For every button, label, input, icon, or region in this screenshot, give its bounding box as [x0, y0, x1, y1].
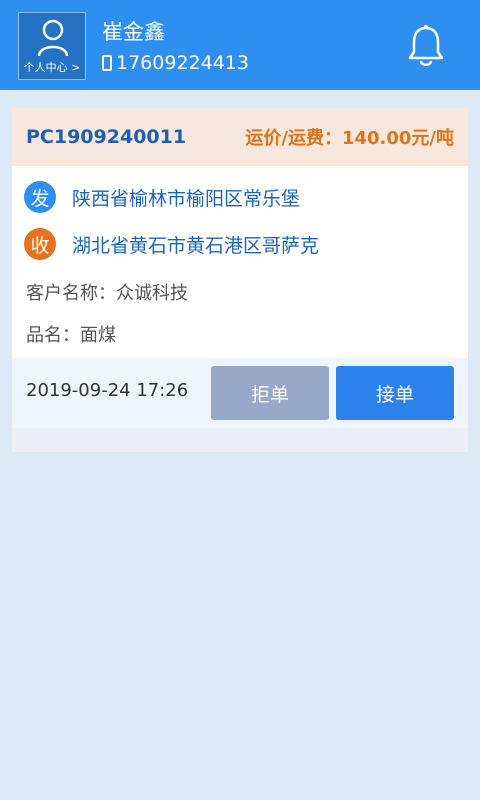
user-icon: [37, 19, 69, 57]
personal-center-label: 个人中心 >: [23, 61, 81, 74]
user-phone: 17609224413: [116, 52, 249, 74]
reject-button[interactable]: 拒单: [211, 366, 329, 420]
from-address-row: 发 陕西省榆林市榆阳区常乐堡: [24, 181, 300, 213]
order-card[interactable]: PC1909240011 运价/运费：140.00元/吨 发 陕西省榆林市榆阳区…: [12, 108, 468, 452]
personal-center-button[interactable]: 个人中心 >: [18, 12, 86, 80]
app-header: 个人中心 > 崔金鑫 17609224413: [0, 0, 480, 90]
order-card-footer: 2019-09-24 17:26 拒单 接单: [12, 358, 468, 428]
from-badge: 发: [24, 181, 56, 213]
bell-icon[interactable]: [406, 24, 446, 68]
to-address: 湖北省黄石市黄石港区哥萨克: [72, 234, 320, 257]
order-time: 2019-09-24 17:26: [26, 380, 189, 401]
to-badge: 收: [24, 228, 56, 260]
order-card-body: 发 陕西省榆林市榆阳区常乐堡 收 湖北省黄石市黄石港区哥萨克 客户名称：众诚科技…: [12, 166, 468, 358]
from-address: 陕西省榆林市榆阳区常乐堡: [72, 187, 301, 210]
product-name: 品名：面煤: [26, 325, 116, 346]
order-number: PC1909240011: [26, 126, 187, 148]
accept-button[interactable]: 接单: [336, 366, 454, 420]
freight-price: 运价/运费：140.00元/吨: [245, 128, 454, 149]
phone-icon: [102, 55, 112, 71]
user-phone-row: 17609224413: [102, 50, 249, 76]
to-address-row: 收 湖北省黄石市黄石港区哥萨克: [24, 228, 319, 260]
customer-name: 客户名称：众诚科技: [26, 283, 188, 304]
user-name: 崔金鑫: [102, 20, 165, 44]
order-card-header: PC1909240011 运价/运费：140.00元/吨: [12, 108, 468, 166]
